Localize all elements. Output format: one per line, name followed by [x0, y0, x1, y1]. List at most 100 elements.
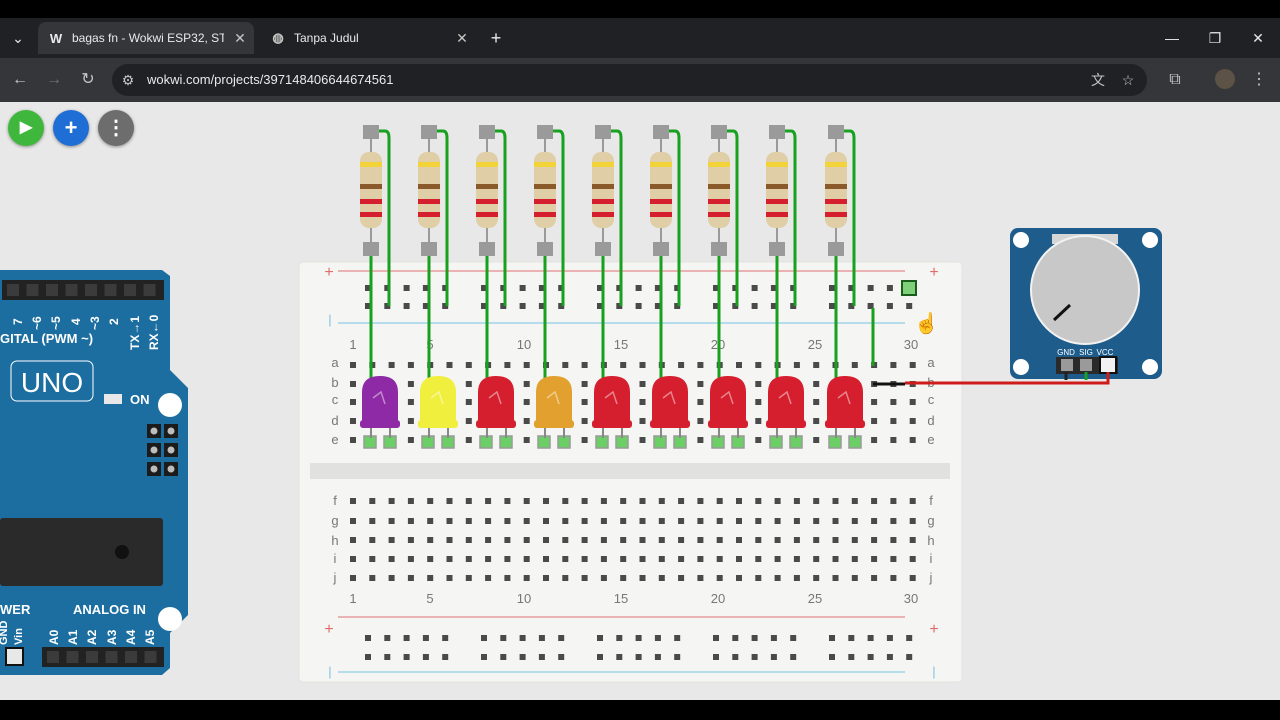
breadboard-hole[interactable] [736, 575, 742, 581]
breadboard-hole[interactable] [562, 362, 569, 368]
breadboard-hole[interactable] [465, 437, 472, 443]
breadboard-hole[interactable] [407, 399, 414, 405]
breadboard-hole[interactable] [407, 437, 414, 443]
rail-hole[interactable] [481, 635, 487, 641]
rail-hole[interactable] [442, 635, 449, 641]
site-info-icon[interactable]: ⚙ [118, 70, 138, 90]
breadboard-hole[interactable] [890, 418, 897, 424]
breadboard-hole[interactable] [832, 498, 839, 504]
breadboard-hole[interactable] [890, 537, 897, 543]
rail-hole[interactable] [751, 654, 758, 660]
breadboard-hole[interactable] [465, 518, 472, 524]
rail-hole[interactable] [500, 635, 507, 641]
simulation-canvas[interactable]: ▶ + ⋮ + + + + | | | 1 5 10 15 20 25 [0, 102, 1280, 700]
breadboard-hole[interactable] [755, 381, 762, 387]
breadboard-hole[interactable] [890, 437, 897, 443]
breadboard-hole[interactable] [581, 575, 588, 581]
breadboard-hole[interactable] [446, 362, 453, 368]
breadboard-hole[interactable] [485, 498, 492, 504]
breadboard-hole[interactable] [523, 418, 530, 424]
rail-hole[interactable] [829, 303, 835, 309]
rail-hole[interactable] [770, 654, 777, 660]
breadboard-hole[interactable] [543, 518, 549, 524]
breadboard-hole[interactable] [465, 362, 472, 368]
breadboard-hole[interactable] [639, 418, 646, 424]
breadboard-hole[interactable] [427, 537, 434, 543]
breadboard-hole[interactable] [562, 518, 569, 524]
minimize-icon[interactable]: — [1162, 28, 1182, 48]
breadboard-hole[interactable] [736, 537, 742, 543]
breadboard-hole[interactable] [678, 556, 685, 562]
breadboard-hole[interactable] [446, 518, 453, 524]
resistor-pin[interactable] [769, 242, 785, 256]
resistor-pin[interactable] [421, 125, 437, 139]
breadboard-hole[interactable] [388, 537, 395, 543]
breadboard-hole[interactable] [485, 556, 492, 562]
breadboard-hole[interactable] [832, 537, 839, 543]
breadboard-hole[interactable] [871, 437, 878, 443]
back-icon[interactable]: ← [9, 69, 31, 91]
address-bar[interactable]: ⚙ wokwi.com/projects/397148406644674561 … [112, 64, 1147, 96]
breadboard-hole[interactable] [581, 381, 588, 387]
rail-hole[interactable] [403, 303, 410, 309]
header-pin[interactable] [26, 284, 39, 296]
breadboard-hole[interactable] [678, 362, 685, 368]
rail-hole[interactable] [365, 635, 371, 641]
breadboard-hole[interactable] [716, 575, 723, 581]
rail-hole[interactable] [906, 654, 913, 660]
breadboard-hole[interactable] [407, 575, 414, 581]
breadboard-hole[interactable] [909, 418, 916, 424]
header-pin[interactable] [7, 284, 19, 296]
breadboard-hole[interactable] [658, 518, 665, 524]
breadboard-hole[interactable] [697, 399, 704, 405]
breadboard-hole[interactable] [909, 556, 916, 562]
restore-icon[interactable]: ❐ [1205, 28, 1225, 48]
breadboard-hole[interactable] [813, 381, 820, 387]
breadboard-hole[interactable] [504, 556, 511, 562]
header-pin[interactable] [66, 651, 79, 663]
rail-hole[interactable] [751, 285, 758, 291]
rail-hole[interactable] [519, 654, 526, 660]
breadboard-hole[interactable] [369, 518, 376, 524]
breadboard-hole[interactable] [697, 556, 704, 562]
rail-hole[interactable] [674, 654, 681, 660]
breadboard-hole[interactable] [639, 537, 646, 543]
breadboard-hole[interactable] [504, 362, 511, 368]
breadboard-hole[interactable] [813, 498, 820, 504]
rail-hole[interactable] [713, 635, 719, 641]
breadboard-hole[interactable] [813, 418, 820, 424]
breadboard-hole[interactable] [697, 381, 704, 387]
breadboard-hole[interactable] [716, 498, 723, 504]
breadboard-hole[interactable] [813, 556, 820, 562]
breadboard-hole[interactable] [465, 498, 472, 504]
breadboard-hole[interactable] [523, 556, 530, 562]
resistor-pin[interactable] [421, 242, 437, 256]
resistor-pin[interactable] [479, 242, 495, 256]
breadboard-hole[interactable] [407, 362, 414, 368]
breadboard-hole[interactable] [793, 518, 800, 524]
breadboard-hole[interactable] [658, 556, 665, 562]
breadboard-hole[interactable] [890, 556, 897, 562]
breadboard-hole[interactable] [600, 537, 607, 543]
breadboard-hole[interactable] [639, 518, 646, 524]
breadboard-hole[interactable] [909, 537, 916, 543]
breadboard-hole[interactable] [793, 362, 800, 368]
rail-hole[interactable] [867, 285, 874, 291]
reload-icon[interactable]: ↻ [77, 69, 99, 91]
breadboard-hole[interactable] [774, 537, 781, 543]
breadboard-hole[interactable] [600, 518, 607, 524]
selected-pin[interactable] [5, 647, 24, 666]
breadboard-hole[interactable] [871, 498, 878, 504]
breadboard-hole[interactable] [504, 498, 511, 504]
breadboard-hole[interactable] [350, 498, 356, 504]
breadboard-hole[interactable] [465, 399, 472, 405]
led[interactable] [710, 376, 746, 425]
breadboard-hole[interactable] [639, 381, 646, 387]
header-pin[interactable] [85, 284, 97, 296]
breadboard-hole[interactable] [755, 575, 762, 581]
breadboard-hole[interactable] [485, 537, 492, 543]
breadboard-hole[interactable] [774, 498, 781, 504]
rail-hole[interactable] [886, 654, 893, 660]
breadboard-hole[interactable] [909, 518, 916, 524]
rail-hole[interactable] [500, 654, 507, 660]
